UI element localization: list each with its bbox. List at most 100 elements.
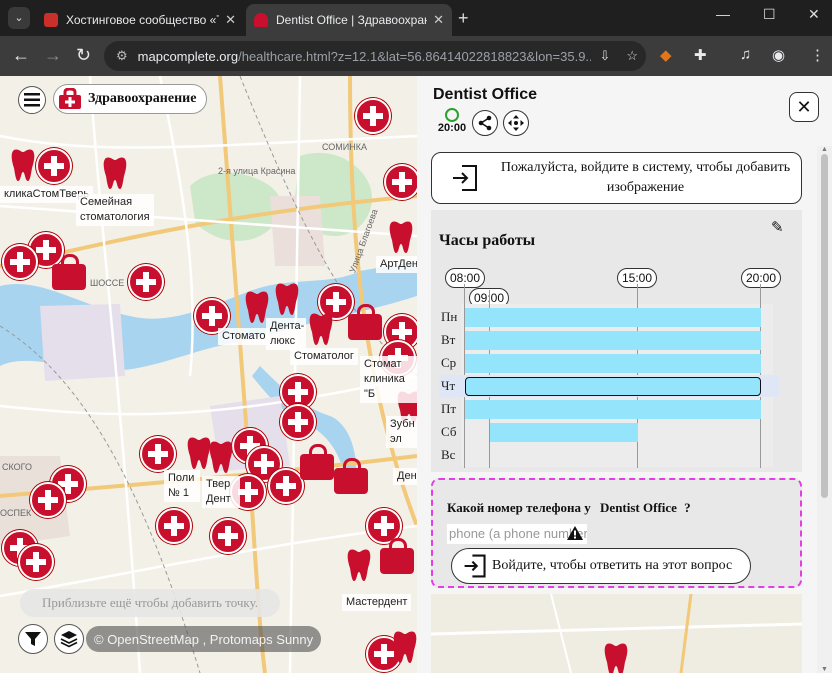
street-label: 2-я улица Красина <box>218 166 296 176</box>
opening-hours-bar <box>465 308 761 327</box>
healthcare-theme-icon <box>59 88 81 109</box>
map-label[interactable]: Стомат клиника "Б <box>360 356 417 403</box>
login-icon <box>453 165 477 191</box>
scroll-down-arrow[interactable]: ▼ <box>821 666 828 673</box>
tooth-icon[interactable] <box>346 548 372 582</box>
day-label: Сб <box>441 424 457 439</box>
tooth-icon[interactable] <box>274 282 300 316</box>
site-info-icon[interactable]: ⚙ <box>116 48 128 64</box>
map-label[interactable]: Мастердент <box>342 594 412 611</box>
map-label[interactable]: Стомато <box>218 328 270 345</box>
map-view[interactable]: кликаСтомТверь Семейная стоматология Ден… <box>0 76 417 673</box>
browser-titlebar: ⌄ Хостинговое сообщество «Tim ✕ Dentist … <box>0 0 832 36</box>
profile-avatar[interactable]: ◉ <box>772 46 785 64</box>
map-label[interactable]: Дента-люкс <box>266 318 306 350</box>
map-attribution[interactable]: © OpenStreetMap , Protomaps Sunny <box>86 626 322 652</box>
tooth-icon[interactable] <box>392 630 417 664</box>
healthcare-pin[interactable] <box>36 148 72 184</box>
opening-status-clock: 20:00 <box>437 108 467 136</box>
zoom-in-hint: Приблизьте ещё чтобы добавить точку. <box>20 589 280 617</box>
restricted-healthcare-icon[interactable] <box>348 304 382 340</box>
back-arrow-icon[interactable]: ← <box>12 45 30 66</box>
opening-hours-row: Сб <box>441 421 771 443</box>
restricted-healthcare-icon[interactable] <box>334 458 368 494</box>
bookmark-star-icon[interactable]: ☆ <box>626 48 638 64</box>
feature-minimap[interactable] <box>431 594 802 673</box>
map-label[interactable]: Поли № 1 <box>164 470 200 502</box>
map-label[interactable]: Ден <box>393 468 417 485</box>
close-panel-button[interactable]: ✕ <box>789 92 819 122</box>
healthcare-pin[interactable] <box>18 544 54 580</box>
tab-favicon <box>44 13 58 27</box>
browser-menu-icon[interactable]: ⋮ <box>810 46 825 64</box>
browser-tab-1[interactable]: Хостинговое сообщество «Tim ✕ <box>36 4 244 36</box>
filter-icon[interactable] <box>18 624 48 654</box>
close-tab-icon[interactable]: ✕ <box>225 12 236 28</box>
healthcare-pin[interactable] <box>210 518 246 554</box>
map-label[interactable]: Твер Дент <box>202 476 240 508</box>
healthcare-pin[interactable] <box>384 164 417 200</box>
new-tab-button[interactable]: + <box>458 8 469 29</box>
zoom-to-feature-icon[interactable] <box>503 110 529 136</box>
feature-panel: Dentist Office 20:00 ✕ Пожалуйста, войди… <box>417 76 832 673</box>
edit-pencil-icon[interactable]: ✎ <box>771 218 784 236</box>
phone-question-name: Dentist Office <box>600 500 677 515</box>
healthcare-pin[interactable] <box>355 98 391 134</box>
opening-hours-section: ✎ Часы работы 08:00 09:00 15:00 20:00 Пн… <box>431 210 802 472</box>
browser-toolbar: ← → ↻ ⚙ mapcomplete.org/healthcare.html?… <box>0 36 832 76</box>
maximize-button[interactable]: ☐ <box>763 6 776 23</box>
healthcare-pin[interactable] <box>30 482 66 518</box>
street-label: СОМИНКА <box>322 142 368 152</box>
forward-arrow-icon[interactable]: → <box>44 45 62 66</box>
day-label: Ср <box>441 355 457 370</box>
opening-hours-row: Пт <box>441 398 771 420</box>
map-label[interactable]: Стоматолог <box>290 348 358 365</box>
healthcare-pin[interactable] <box>140 436 176 472</box>
media-control-icon[interactable]: ♫ <box>740 46 751 63</box>
map-label[interactable]: Зубн эл <box>386 416 417 448</box>
install-app-icon[interactable]: ⇩ <box>599 48 610 64</box>
login-to-add-image-button[interactable]: Пожалуйста, войдите в систему, чтобы доб… <box>431 152 802 204</box>
phone-question-suffix: ? <box>684 500 691 515</box>
healthcare-pin[interactable] <box>128 264 164 300</box>
tooth-icon[interactable] <box>388 220 414 254</box>
theme-button[interactable]: Здравоохранение <box>53 84 208 114</box>
phone-input[interactable]: phone (a phone number) <box>447 524 587 544</box>
scroll-up-arrow[interactable]: ▲ <box>821 146 828 153</box>
day-label: Чт <box>441 378 456 393</box>
close-window-button[interactable]: ✕ <box>808 6 820 23</box>
map-label[interactable]: Семейная стоматология <box>76 194 154 226</box>
restricted-healthcare-icon[interactable] <box>52 254 86 290</box>
tooth-icon[interactable] <box>208 440 234 474</box>
map-label[interactable]: АртДен <box>376 256 417 273</box>
day-label: Вт <box>441 332 456 347</box>
login-icon <box>464 554 486 578</box>
tooth-icon[interactable] <box>10 148 36 182</box>
tooth-icon[interactable] <box>102 156 128 190</box>
phone-question: Какой номер телефона у Dentist Office ? <box>447 500 691 516</box>
healthcare-pin[interactable] <box>2 244 38 280</box>
minimize-button[interactable]: — <box>716 6 730 22</box>
healthcare-pin[interactable] <box>156 508 192 544</box>
browser-tab-2[interactable]: Dentist Office | Здравоохранени ✕ <box>246 4 452 36</box>
time-axis-label: 08:00 <box>445 268 486 288</box>
close-tab-icon[interactable]: ✕ <box>433 12 444 28</box>
restricted-healthcare-icon[interactable] <box>380 538 414 574</box>
menu-hamburger-icon[interactable] <box>18 86 46 114</box>
layers-icon[interactable] <box>54 624 84 654</box>
tooth-icon[interactable] <box>603 642 629 673</box>
restricted-healthcare-icon[interactable] <box>300 444 334 480</box>
healthcare-pin[interactable] <box>268 468 304 504</box>
panel-header: Dentist Office 20:00 ✕ <box>417 76 819 146</box>
healthcare-pin[interactable] <box>280 404 316 440</box>
reload-icon[interactable]: ↻ <box>76 45 91 66</box>
metamask-extension-icon[interactable]: ◆ <box>660 46 672 64</box>
login-to-answer-button[interactable]: Войдите, чтобы ответить на этот вопрос <box>451 548 751 584</box>
extensions-puzzle-icon[interactable]: ✚ <box>694 46 707 64</box>
tab-search-button[interactable]: ⌄ <box>8 7 30 29</box>
address-bar[interactable]: ⚙ mapcomplete.org/healthcare.html?z=12.1… <box>104 41 646 71</box>
tooth-icon[interactable] <box>308 312 334 346</box>
scrollbar-thumb[interactable] <box>821 154 828 498</box>
panel-scrollbar[interactable]: ▲ ▼ <box>817 146 832 673</box>
share-icon[interactable] <box>472 110 498 136</box>
